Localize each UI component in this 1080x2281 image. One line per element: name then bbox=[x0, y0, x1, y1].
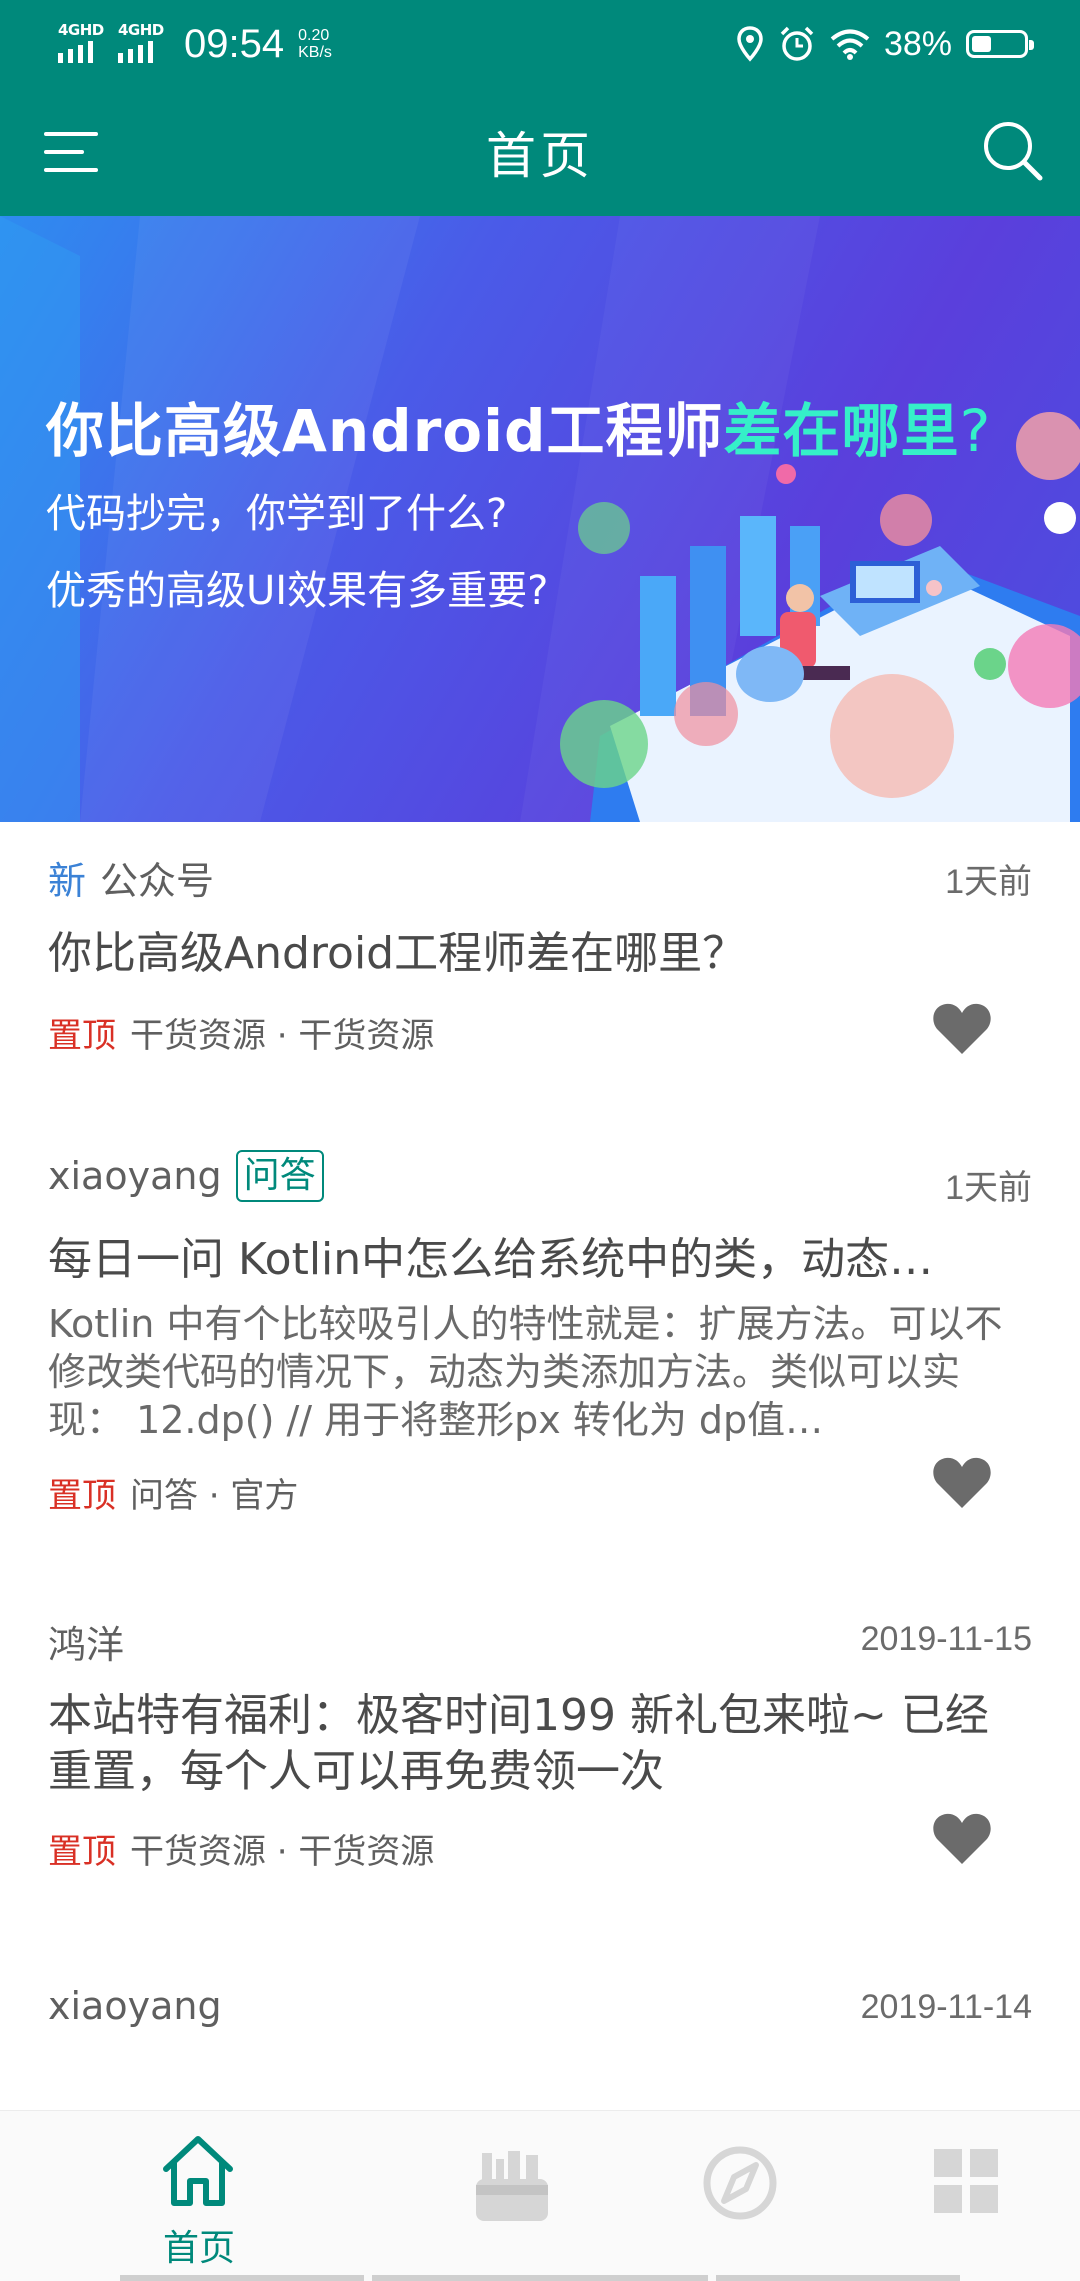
list-item[interactable]: 新 公众号 1天前 你比高级Android工程师差在哪里？ 置顶 干货资源 · … bbox=[0, 822, 1080, 1134]
speed-unit: KB/s bbox=[298, 44, 332, 61]
item-title: 你比高级Android工程师差在哪里？ bbox=[48, 928, 747, 979]
page-title: 首页 bbox=[486, 127, 594, 185]
network-type: 4GHD bbox=[58, 21, 104, 39]
top-tag: 置顶 bbox=[48, 1832, 116, 1872]
item-author[interactable]: 鸿洋 bbox=[48, 1614, 124, 1669]
banner-headline-highlight: 差在哪里 bbox=[723, 397, 960, 465]
item-meta: xiaoyang 问答 bbox=[48, 1150, 324, 1202]
item-category[interactable]: 问答 · 官方 bbox=[130, 1468, 298, 1517]
list-item[interactable]: xiaoyang 2019-11-14 bbox=[0, 1984, 1080, 2110]
banner-line3: 优秀的高级UI效果有多重要? bbox=[46, 568, 549, 614]
grid-icon bbox=[934, 2149, 998, 2213]
search-button[interactable] bbox=[974, 112, 1054, 192]
signal-icon: 4GHD bbox=[118, 21, 168, 67]
item-author[interactable]: xiaoyang bbox=[48, 1984, 222, 2028]
status-left: 4GHD 4GHD 09:54 0.20 KB/s bbox=[58, 14, 332, 74]
signal-icon: 4GHD bbox=[58, 21, 108, 67]
banner-headline: 你比高级Android工程师差在哪里? bbox=[46, 384, 991, 468]
heart-icon[interactable] bbox=[932, 1810, 992, 1866]
tab-more[interactable] bbox=[830, 2111, 1080, 2281]
item-category[interactable]: 干货资源 · 干货资源 bbox=[130, 1008, 434, 1057]
banner[interactable]: 你比高级Android工程师差在哪里? 代码抄完，你学到了什么? 优秀的高级UI… bbox=[0, 216, 1080, 822]
item-time: 1天前 bbox=[945, 1169, 1032, 1207]
location-icon bbox=[737, 26, 763, 62]
status-right: 38% bbox=[736, 14, 1034, 74]
clock: 09:54 bbox=[184, 21, 285, 66]
banner-headline-part1: 你比高级Android工程师 bbox=[46, 397, 724, 465]
bottom-navigation: 首页 bbox=[0, 2110, 1080, 2281]
item-author[interactable]: 公众号 bbox=[100, 850, 214, 905]
tab-home-label: 首页 bbox=[162, 2228, 235, 2269]
list-item[interactable]: 鸿洋 2019-11-15 本站特有福利：极客时间199 新礼包来啦~ 已经重置… bbox=[0, 1614, 1080, 1984]
home-icon bbox=[163, 2136, 233, 2206]
search-icon bbox=[984, 122, 1043, 181]
item-meta: xiaoyang bbox=[48, 1984, 222, 2028]
item-title: 每日一问 Kotlin中怎么给系统中的类，动态… bbox=[48, 1234, 934, 1285]
battery-percent: 38% bbox=[883, 24, 952, 63]
heart-icon[interactable] bbox=[932, 1454, 992, 1510]
top-tag: 置顶 bbox=[48, 1476, 116, 1516]
item-category[interactable]: 干货资源 · 干货资源 bbox=[130, 1824, 434, 1873]
item-author[interactable]: xiaoyang bbox=[48, 1154, 222, 1198]
wifi-icon bbox=[830, 29, 870, 60]
item-meta: 鸿洋 bbox=[48, 1614, 124, 1669]
item-title: 本站特有福利：极客时间199 新礼包来啦~ 已经重置，每个人可以再免费领一次 bbox=[48, 1690, 989, 1797]
item-tags: 置顶 干货资源 · 干货资源 bbox=[48, 1008, 434, 1057]
item-tags: 置顶 问答 · 官方 bbox=[48, 1468, 298, 1517]
top-tag: 置顶 bbox=[48, 1016, 116, 1056]
article-list: 新 公众号 1天前 你比高级Android工程师差在哪里？ 置顶 干货资源 · … bbox=[0, 822, 1080, 2110]
nav-indicator bbox=[120, 2275, 364, 2281]
nav-indicator bbox=[716, 2275, 960, 2281]
status-bar: 4GHD 4GHD 09:54 0.20 KB/s 38% bbox=[0, 0, 1080, 88]
new-badge: 新 bbox=[48, 859, 87, 903]
tab-home[interactable]: 首页 bbox=[64, 2111, 334, 2281]
list-item[interactable]: xiaoyang 问答 1天前 每日一问 Kotlin中怎么给系统中的类，动态…… bbox=[0, 1134, 1080, 1614]
heart-icon[interactable] bbox=[932, 1000, 992, 1056]
banner-line2: 代码抄完，你学到了什么? bbox=[46, 491, 508, 537]
network-speed: 0.20 KB/s bbox=[298, 27, 332, 61]
speed-value: 0.20 bbox=[298, 27, 330, 44]
item-meta: 新 公众号 bbox=[48, 850, 214, 905]
alarm-icon bbox=[780, 26, 814, 61]
app-bar: 首页 bbox=[0, 88, 1080, 216]
banner-headline-mark: ? bbox=[959, 397, 992, 465]
nav-indicator bbox=[372, 2275, 708, 2281]
network-type: 4GHD bbox=[118, 21, 164, 39]
compass-icon bbox=[703, 2146, 777, 2220]
item-time: 2019-11-14 bbox=[860, 1988, 1032, 2026]
item-description: Kotlin 中有个比较吸引人的特性就是：扩展方法。可以不修改类代码的情况下，动… bbox=[48, 1302, 1003, 1442]
item-time: 2019-11-15 bbox=[860, 1620, 1032, 1658]
qa-badge: 问答 bbox=[235, 1150, 324, 1202]
item-tags: 置顶 干货资源 · 干货资源 bbox=[48, 1824, 434, 1873]
item-time: 1天前 bbox=[945, 863, 1032, 901]
project-icon bbox=[476, 2151, 548, 2221]
battery-icon bbox=[966, 30, 1034, 58]
